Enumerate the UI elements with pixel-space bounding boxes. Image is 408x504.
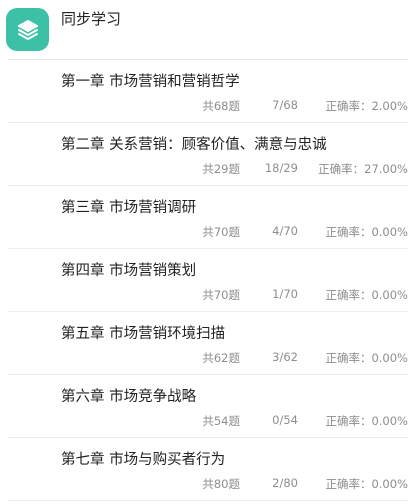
- chapter-title: 第五章 市场营销环境扫描: [61, 326, 226, 342]
- progress-count: 3/62: [272, 350, 298, 364]
- question-total: 共62题: [202, 351, 240, 365]
- progress-count: 4/70: [272, 224, 298, 238]
- accuracy-rate: 正确率：0.00%: [325, 288, 408, 302]
- question-total: 共54题: [202, 414, 240, 428]
- chapter-meta: 共68题 7/68 正确率：2.00%: [68, 98, 408, 114]
- question-total: 共29题: [202, 162, 240, 176]
- chapter-title: 第二章 关系营销：顾客价值、满意与忠诚: [61, 137, 327, 153]
- progress-count: 7/68: [272, 98, 298, 112]
- question-total: 共70题: [202, 288, 240, 302]
- chapter-meta: 共29题 18/29 正确率：27.00%: [68, 161, 408, 177]
- layers-icon[interactable]: [6, 8, 49, 51]
- progress-count: 18/29: [264, 161, 298, 175]
- page-title: 同步学习: [61, 10, 122, 28]
- accuracy-rate: 正确率：0.00%: [325, 414, 408, 428]
- chapter-title: 第四章 市场营销策划: [61, 263, 197, 279]
- progress-count: 1/70: [272, 287, 298, 301]
- progress-count: 0/54: [272, 413, 298, 427]
- chapter-row-7[interactable]: 第七章 市场与购买者行为 共80题 2/80 正确率：0.00%: [8, 438, 408, 501]
- chapter-meta: 共80题 2/80 正确率：0.00%: [68, 476, 408, 492]
- question-total: 共80题: [202, 477, 240, 491]
- chapter-row-3[interactable]: 第三章 市场营销调研 共70题 4/70 正确率：0.00%: [8, 186, 408, 249]
- chapter-title: 第六章 市场竞争战略: [61, 389, 197, 405]
- question-total: 共68题: [202, 99, 240, 113]
- chapter-row-5[interactable]: 第五章 市场营销环境扫描 共62题 3/62 正确率：0.00%: [8, 312, 408, 375]
- accuracy-rate: 正确率：0.00%: [325, 477, 408, 491]
- chapter-row-2[interactable]: 第二章 关系营销：顾客价值、满意与忠诚 共29题 18/29 正确率：27.00…: [8, 123, 408, 186]
- accuracy-rate: 正确率：27.00%: [318, 162, 408, 176]
- page-header: 同步学习: [0, 0, 408, 60]
- chapter-meta: 共54题 0/54 正确率：0.00%: [68, 413, 408, 429]
- chapter-meta: 共70题 1/70 正确率：0.00%: [68, 287, 408, 303]
- chapter-row-1[interactable]: 第一章 市场营销和营销哲学 共68题 7/68 正确率：2.00%: [8, 60, 408, 123]
- chapter-title: 第一章 市场营销和营销哲学: [61, 74, 240, 90]
- chapter-title: 第七章 市场与购买者行为: [61, 452, 226, 468]
- chapter-meta: 共70题 4/70 正确率：0.00%: [68, 224, 408, 240]
- accuracy-rate: 正确率：2.00%: [325, 99, 408, 113]
- chapter-title: 第三章 市场营销调研: [61, 200, 197, 216]
- progress-count: 2/80: [272, 476, 298, 490]
- chapter-row-4[interactable]: 第四章 市场营销策划 共70题 1/70 正确率：0.00%: [8, 249, 408, 312]
- chapter-list: 第一章 市场营销和营销哲学 共68题 7/68 正确率：2.00% 第二章 关系…: [0, 60, 408, 501]
- chapter-row-6[interactable]: 第六章 市场竞争战略 共54题 0/54 正确率：0.00%: [8, 375, 408, 438]
- chapter-meta: 共62题 3/62 正确率：0.00%: [68, 350, 408, 366]
- accuracy-rate: 正确率：0.00%: [325, 351, 408, 365]
- accuracy-rate: 正确率：0.00%: [325, 225, 408, 239]
- question-total: 共70题: [202, 225, 240, 239]
